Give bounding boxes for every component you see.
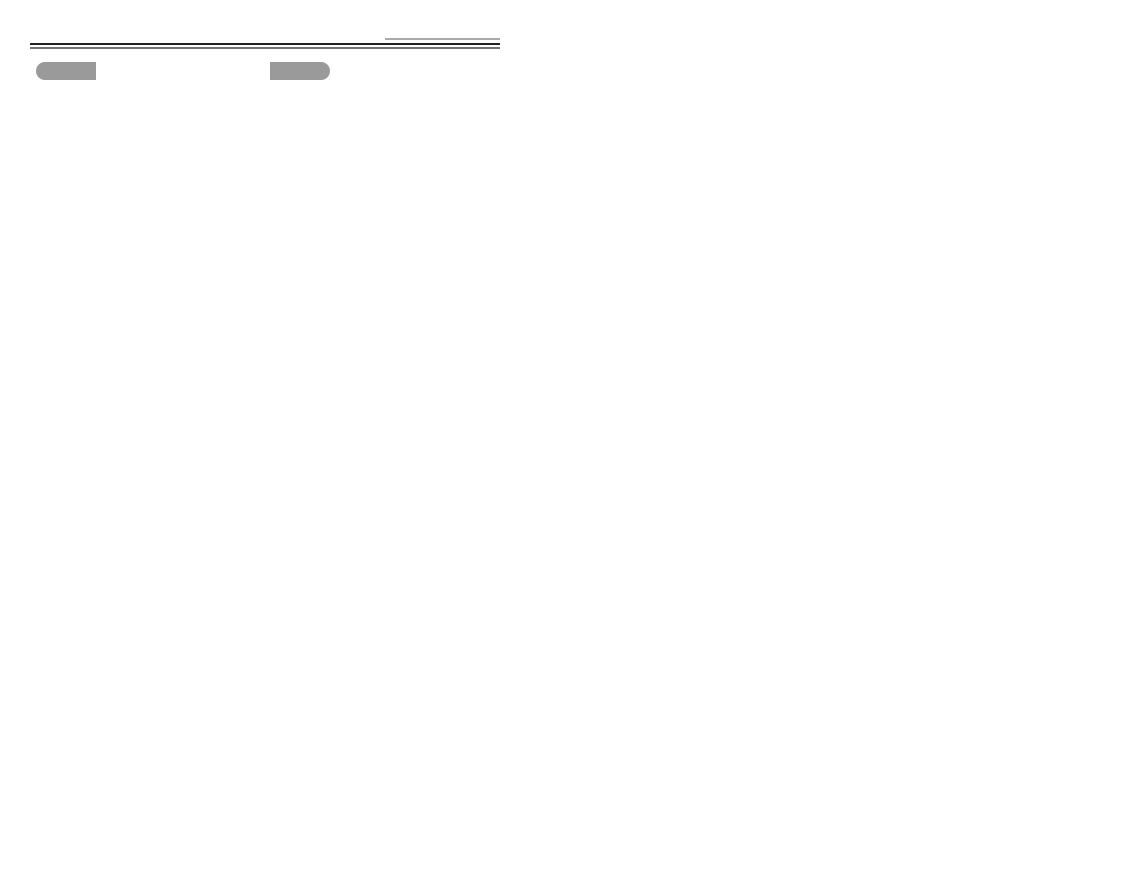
work-tasks-header-mid xyxy=(96,62,270,80)
